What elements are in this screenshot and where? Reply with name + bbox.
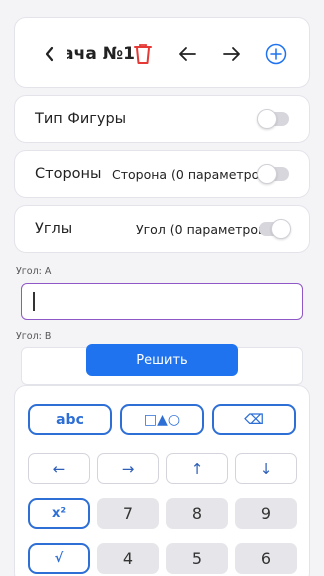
- digit-key-4[interactable]: 4: [97, 543, 159, 574]
- cursor-down-button[interactable]: ↓: [235, 453, 297, 484]
- digit-label: 6: [260, 549, 272, 568]
- angles-value: Угол (0 параметров): [136, 221, 271, 237]
- shape-type-label: Тип Фигуры: [35, 111, 127, 127]
- digit-key-6[interactable]: 6: [235, 543, 297, 574]
- chevron-left-icon: [45, 46, 54, 62]
- arrow-down-icon: ↓: [259, 459, 273, 478]
- digit-label: 9: [260, 504, 272, 523]
- toggle-knob: [257, 164, 277, 184]
- toolbar: Задача №1: [14, 17, 310, 88]
- task-title: Задача №1: [67, 40, 135, 68]
- sqrt-key[interactable]: √: [28, 543, 90, 574]
- cursor-right-button[interactable]: →: [97, 453, 159, 484]
- arrow-up-icon: ↑: [190, 459, 204, 478]
- undo-button[interactable]: [175, 40, 199, 68]
- square-key-label: x²: [51, 506, 67, 521]
- angles-row: Углы Угол (0 параметров): [14, 205, 310, 253]
- abc-mode-label: abc: [56, 411, 84, 428]
- trash-icon: [134, 44, 152, 64]
- toggle-knob: [271, 219, 291, 239]
- sqrt-icon: √: [54, 551, 64, 566]
- plus-circle-icon: [265, 43, 287, 65]
- arrow-left-icon: ←: [52, 459, 66, 478]
- digit-key-9[interactable]: 9: [235, 498, 297, 529]
- digit-label: 8: [191, 504, 203, 523]
- sides-row: Стороны Сторона (0 параметров): [14, 150, 310, 198]
- digit-key-5[interactable]: 5: [166, 543, 228, 574]
- digit-label: 7: [122, 504, 134, 523]
- math-keyboard: abc □▲○ ⌫ ← → ↑ ↓ x² 7 8 9 √ 4 5 6: [14, 385, 310, 576]
- shapes-icon: □▲○: [143, 411, 181, 428]
- backspace-icon: ⌫: [244, 411, 264, 428]
- angles-toggle[interactable]: [259, 219, 291, 239]
- sides-label: Стороны: [35, 166, 102, 182]
- toggle-knob: [257, 109, 277, 129]
- back-button[interactable]: [39, 40, 61, 68]
- sides-toggle[interactable]: [257, 164, 289, 184]
- backspace-button[interactable]: ⌫: [212, 404, 296, 435]
- arrow-right-icon: [223, 47, 240, 61]
- arrow-left-icon: [179, 47, 196, 61]
- digit-label: 5: [191, 549, 203, 568]
- shapes-mode-button[interactable]: □▲○: [120, 404, 204, 435]
- cursor-up-button[interactable]: ↑: [166, 453, 228, 484]
- cursor-left-button[interactable]: ←: [28, 453, 90, 484]
- shape-type-row: Тип Фигуры: [14, 95, 310, 143]
- angle-b-label: Угол: B: [16, 331, 52, 342]
- text-caret: [33, 292, 35, 311]
- redo-button[interactable]: [220, 40, 244, 68]
- angle-a-input[interactable]: [21, 283, 303, 320]
- angle-a-label: Угол: A: [16, 266, 52, 277]
- add-button[interactable]: [264, 40, 288, 68]
- digit-label: 4: [122, 549, 134, 568]
- sides-value: Сторона (0 параметров): [112, 166, 272, 182]
- shape-type-toggle[interactable]: [257, 109, 289, 129]
- angles-label: Углы: [35, 221, 73, 237]
- abc-mode-button[interactable]: abc: [28, 404, 112, 435]
- digit-key-7[interactable]: 7: [97, 498, 159, 529]
- task-title-text: Задача №1: [67, 44, 135, 64]
- digit-key-8[interactable]: 8: [166, 498, 228, 529]
- solve-button[interactable]: Решить: [86, 344, 238, 376]
- delete-button[interactable]: [131, 40, 155, 68]
- square-key[interactable]: x²: [28, 498, 90, 529]
- arrow-right-icon: →: [121, 459, 135, 478]
